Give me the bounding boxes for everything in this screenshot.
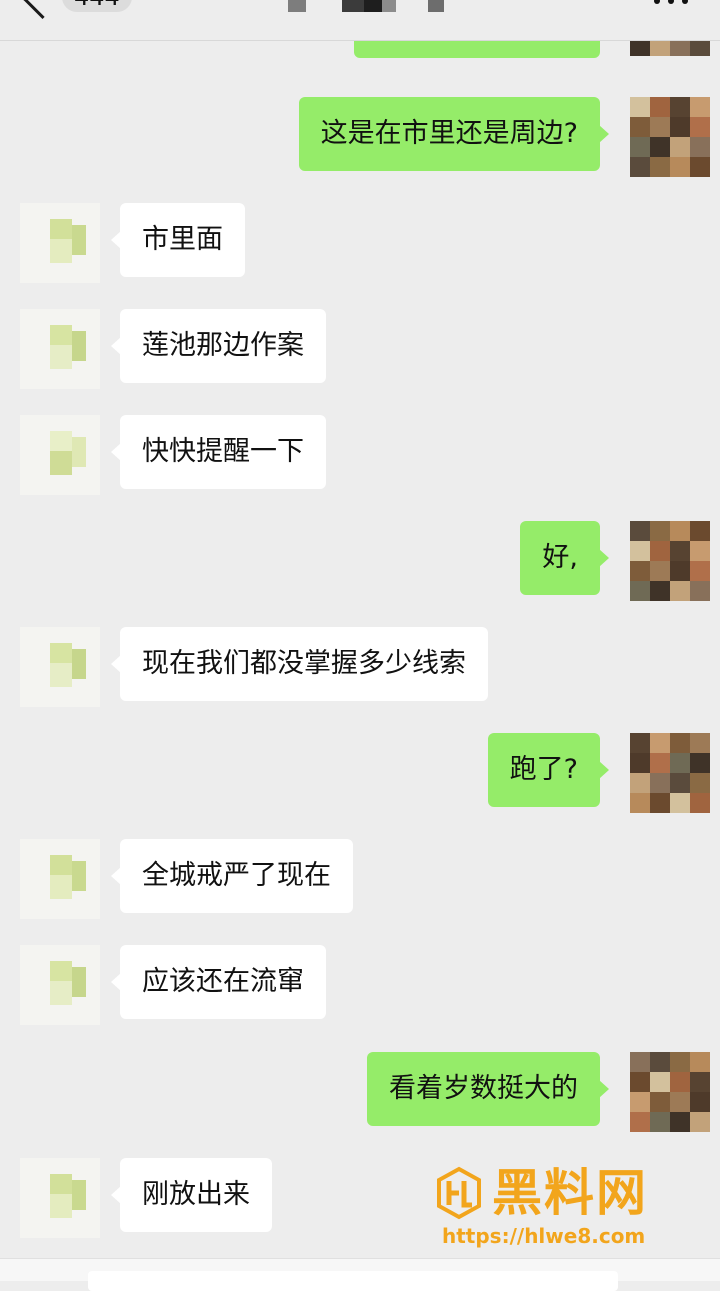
- unread-count-badge[interactable]: 444: [62, 0, 132, 12]
- avatar[interactable]: [20, 203, 100, 283]
- avatar[interactable]: [20, 839, 100, 919]
- ellipsis-icon[interactable]: [654, 0, 694, 6]
- message-input[interactable]: [88, 1271, 618, 1291]
- message-bubble[interactable]: 好,: [520, 521, 609, 595]
- watermark-url: https://hlwe8.com: [442, 1224, 646, 1248]
- message-bubble[interactable]: 现在我们都没掌握多少线索: [111, 627, 488, 701]
- avatar[interactable]: [20, 627, 100, 707]
- chat-header: 444: [0, 0, 720, 41]
- message-bubble[interactable]: 刚放出来: [111, 1158, 272, 1232]
- avatar[interactable]: [20, 945, 100, 1025]
- message-bubble[interactable]: 市里面: [111, 203, 245, 277]
- message-bubble[interactable]: 快快提醒一下: [111, 415, 326, 489]
- chevron-left-icon[interactable]: [21, 0, 64, 20]
- message-bubble[interactable]: 应该还在流窜: [111, 945, 326, 1019]
- message-bubble[interactable]: 跑了?: [487, 733, 610, 807]
- watermark-name: 黑料网: [492, 1164, 648, 1222]
- message-bubble[interactable]: 这是在市里还是周边?: [298, 97, 610, 171]
- avatar[interactable]: [20, 309, 100, 389]
- avatar[interactable]: [20, 415, 100, 495]
- avatar[interactable]: [20, 1158, 100, 1238]
- avatar[interactable]: [630, 733, 710, 813]
- watermark: 黑料网 https://hlwe8.com: [432, 1164, 692, 1254]
- message-bubble[interactable]: 看着岁数挺大的: [367, 1052, 609, 1126]
- message-bubble[interactable]: 全城戒严了现在: [111, 839, 353, 913]
- input-bar: [0, 1258, 720, 1291]
- avatar[interactable]: [630, 97, 710, 177]
- avatar[interactable]: [630, 1052, 710, 1132]
- watermark-logo-icon: [437, 1166, 481, 1220]
- chat-title-mosaic: [288, 0, 458, 12]
- avatar[interactable]: [630, 521, 710, 601]
- message-bubble[interactable]: 莲池那边作案: [111, 309, 326, 383]
